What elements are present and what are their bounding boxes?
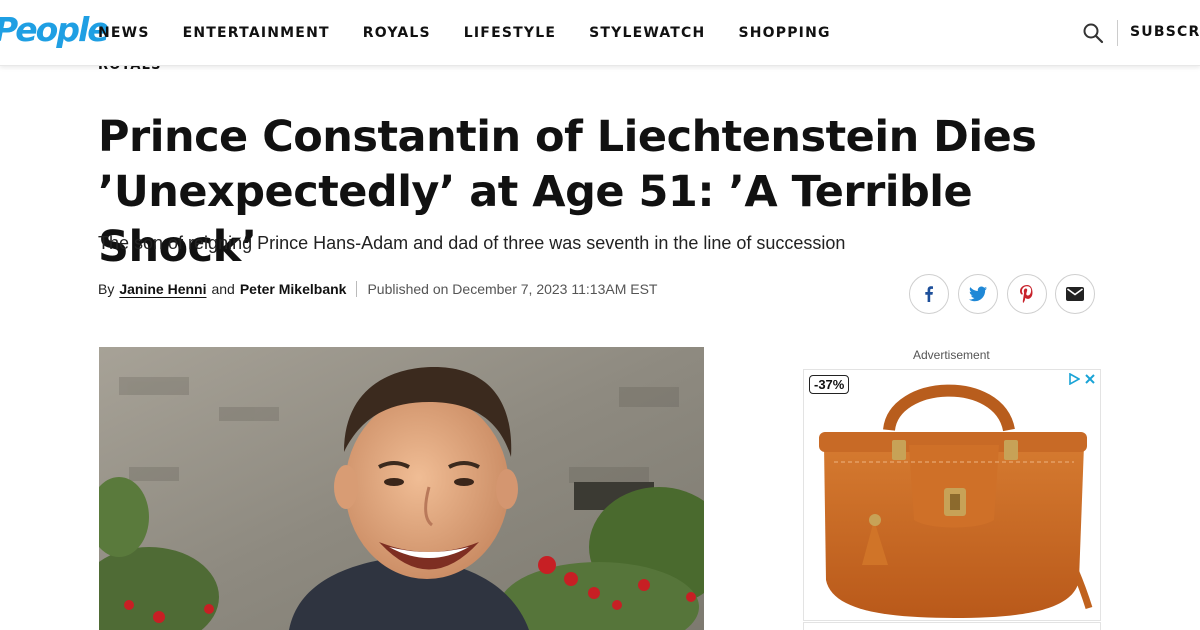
- ad-close-icon[interactable]: [1084, 373, 1096, 385]
- byline-prefix: By: [98, 281, 115, 297]
- headline-line-1: Prince Constantin of Liechtenstein Dies: [98, 112, 1037, 162]
- share-email-button[interactable]: [1055, 274, 1095, 314]
- people-logo[interactable]: People: [0, 10, 110, 50]
- nav-item-news[interactable]: NEWS: [98, 25, 150, 41]
- twitter-icon: [969, 286, 987, 302]
- share-twitter-button[interactable]: [958, 274, 998, 314]
- author-link-janine-henni[interactable]: Janine Henni: [119, 281, 206, 297]
- pinterest-icon: [1020, 285, 1033, 303]
- share-facebook-button[interactable]: [909, 274, 949, 314]
- subscribe-button[interactable]: SUBSCRIBE: [1130, 24, 1200, 40]
- ad-unit-next: [803, 622, 1101, 630]
- main-nav: NEWS ENTERTAINMENT ROYALS LIFESTYLE STYL…: [98, 0, 864, 66]
- nav-item-stylewatch[interactable]: STYLEWATCH: [589, 25, 705, 41]
- leather-handbag-image[interactable]: [804, 370, 1101, 621]
- headline-line-2: ’Unexpectedly’ at Age 51: ’A Terrible Sh…: [98, 167, 973, 272]
- author-peter-mikelbank[interactable]: Peter Mikelbank: [240, 281, 347, 297]
- share-pinterest-button[interactable]: [1007, 274, 1047, 314]
- publish-date: Published on December 7, 2023 11:13AM ES…: [367, 281, 658, 297]
- byline: By Janine Henni and Peter Mikelbank Publ…: [98, 281, 657, 297]
- article-dek: The son of reigning Prince Hans-Adam and…: [98, 233, 846, 253]
- header-divider: [1117, 20, 1118, 46]
- site-header: People NEWS ENTERTAINMENT ROYALS LIFESTY…: [0, 0, 1200, 66]
- advertisement-label: Advertisement: [913, 348, 990, 362]
- hero-image: [99, 347, 704, 630]
- hero-photo-prince-constantin: [99, 347, 704, 630]
- search-icon[interactable]: [1082, 22, 1104, 44]
- discount-badge: -37%: [809, 375, 850, 394]
- nav-item-lifestyle[interactable]: LIFESTYLE: [464, 25, 556, 41]
- ad-unit[interactable]: -37%: [803, 369, 1101, 621]
- byline-divider: [356, 281, 358, 297]
- nav-item-entertainment[interactable]: ENTERTAINMENT: [183, 25, 330, 41]
- email-icon: [1066, 287, 1084, 301]
- byline-conjunction: and: [211, 281, 235, 297]
- nav-item-shopping[interactable]: SHOPPING: [738, 25, 830, 41]
- adchoices-play-icon[interactable]: [1068, 373, 1080, 385]
- facebook-icon: [925, 286, 933, 302]
- nav-item-royals[interactable]: ROYALS: [363, 25, 431, 41]
- adchoices-controls[interactable]: [1068, 373, 1096, 385]
